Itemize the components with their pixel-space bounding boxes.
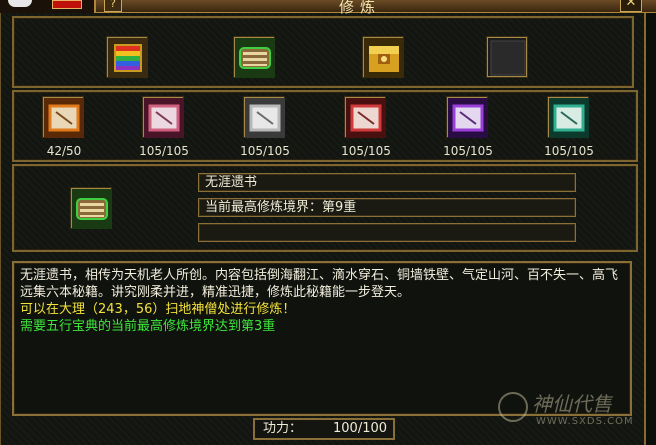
gold-treasure-icon [364, 38, 404, 78]
skill-item[interactable]: 105/105 [326, 97, 406, 159]
help-button[interactable]: ? [104, 0, 122, 12]
watermark: 神仙代售 WWW.SXDS.COM [492, 388, 642, 438]
skill-slot[interactable] [447, 97, 488, 138]
teal-skill-scroll-icon [549, 98, 589, 138]
health-bar-icon [52, 0, 82, 9]
book-level-field: 当前最高修炼境界：第9重 [198, 198, 576, 217]
watermark-logo-icon [498, 392, 528, 422]
skill-slot[interactable] [143, 97, 184, 138]
training-requirement: 需要五行宝典的当前最高修炼境界达到第3重 [20, 319, 276, 334]
silver-skill-scroll-icon [245, 98, 285, 138]
book-slot-3[interactable] [363, 37, 404, 78]
selected-book-slot[interactable] [71, 188, 112, 229]
power-box: 功力： 100/100 [253, 418, 395, 440]
empty-slot-icon [490, 40, 526, 76]
red-skill-scroll-icon [346, 98, 386, 138]
window-title: 修炼 [338, 0, 381, 16]
skill-slot[interactable] [548, 97, 589, 138]
purple-skill-scroll-icon [448, 98, 488, 138]
watermark-name: 神仙代售 [532, 392, 612, 416]
skill-count: 105/105 [544, 144, 594, 158]
watermark-url: WWW.SXDS.COM [536, 416, 634, 427]
skill-slot[interactable] [345, 97, 386, 138]
portrait-icon [8, 0, 32, 7]
training-location: 可以在大理（243，56）扫地神僧处进行修炼！ [20, 302, 296, 317]
skill-item[interactable]: 105/105 [124, 97, 204, 159]
skill-count: 105/105 [443, 144, 493, 158]
book-slot-4[interactable] [487, 37, 527, 77]
skill-item[interactable]: 105/105 [428, 97, 508, 159]
close-button[interactable]: ✕ [620, 0, 642, 12]
green-scroll-icon [72, 189, 112, 229]
pink-skill-scroll-icon [144, 98, 184, 138]
book-slots-panel [12, 16, 634, 88]
skill-count: 42/50 [46, 144, 82, 158]
rainbow-book-icon [108, 38, 148, 78]
orange-skill-scroll-icon [44, 98, 84, 138]
book-slot-1[interactable] [107, 37, 148, 78]
skill-slot[interactable] [43, 97, 84, 138]
skill-count: 105/105 [341, 144, 391, 158]
skill-slot[interactable] [244, 97, 285, 138]
book-extra-field [198, 223, 576, 242]
power-value: 100/100 [333, 421, 388, 436]
book-name-field: 无涯遗书 [198, 173, 576, 192]
skill-count: 105/105 [240, 144, 290, 158]
power-label: 功力： [263, 421, 303, 436]
green-scroll-icon [235, 38, 275, 78]
skill-item[interactable]: 105/105 [225, 97, 305, 159]
book-description: 无涯遗书，相传为天机老人所创。内容包括倒海翻江、滴水穿石、铜墙铁壁、气定山河、百… [20, 268, 619, 300]
skill-count: 105/105 [139, 144, 189, 158]
skill-item[interactable]: 105/105 [529, 97, 609, 159]
skill-item[interactable]: 42/50 [24, 97, 104, 159]
book-slot-2[interactable] [234, 37, 275, 78]
